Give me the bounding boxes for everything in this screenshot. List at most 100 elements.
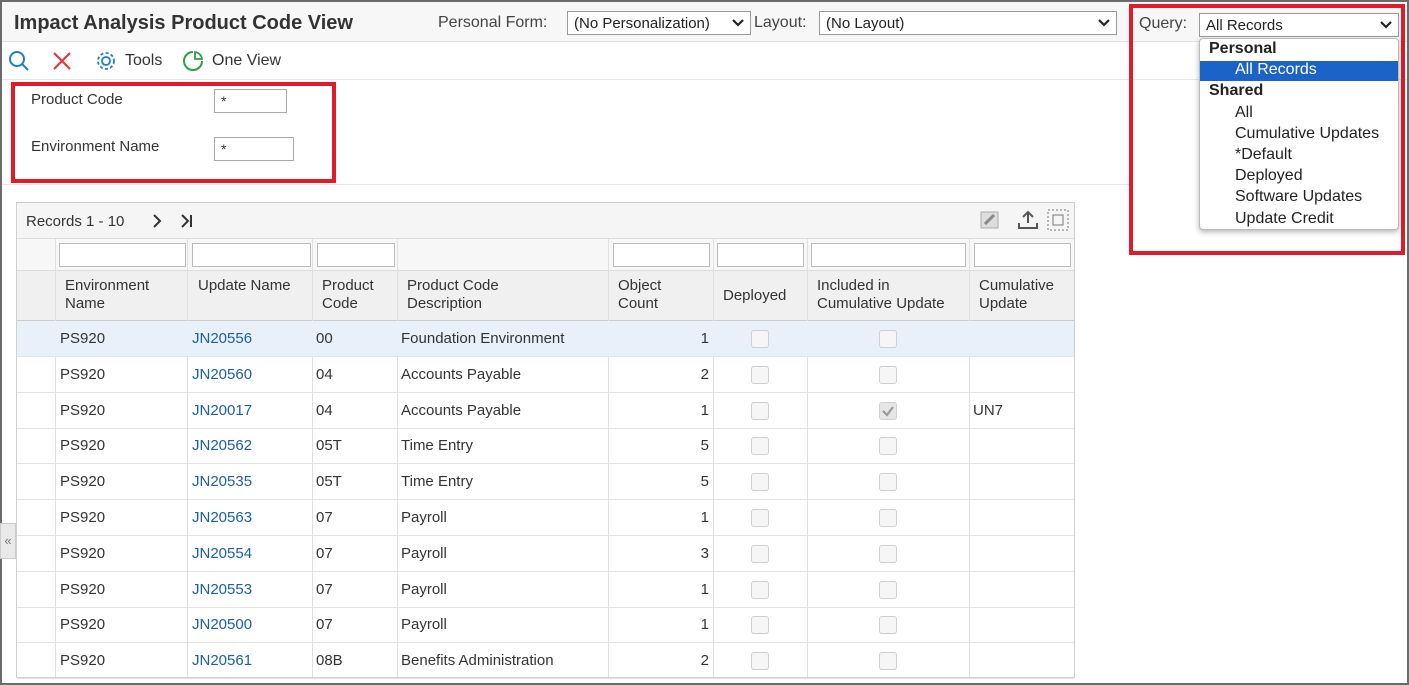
cell-update-name-link[interactable]: JN20554	[192, 545, 252, 562]
column-header-included[interactable]: Included in Cumulative Update	[817, 277, 967, 313]
table-row[interactable]: PS920 JN20554 07 Payroll 3	[17, 536, 1074, 572]
cell-update-name-link[interactable]: JN20563	[192, 509, 252, 526]
filter-cumulative-update[interactable]	[974, 243, 1071, 267]
layout-select[interactable]: (No Layout)	[819, 11, 1117, 35]
query-item-all-records[interactable]: All Records	[1235, 61, 1317, 79]
deployed-checkbox[interactable]	[751, 330, 769, 348]
cell-update-name-link[interactable]: JN20560	[192, 366, 252, 383]
query-item-all[interactable]: All	[1235, 104, 1253, 122]
personal-form-select[interactable]: (No Personalization)	[567, 11, 751, 35]
table-row[interactable]: PS920 JN20500 07 Payroll 1	[17, 607, 1074, 644]
cell-update-name-link[interactable]: JN20561	[192, 652, 252, 669]
table-row[interactable]: PS920 JN20553 07 Payroll 1	[17, 572, 1074, 608]
included-checkbox[interactable]	[879, 330, 897, 348]
data-grid: Records 1 - 10 Environment Name Update N…	[16, 202, 1075, 680]
filter-row	[17, 239, 1074, 271]
column-header-environment-name[interactable]: Environment Name	[65, 277, 185, 313]
table-row[interactable]: PS920 JN20556 00 Foundation Environment 1	[17, 321, 1074, 357]
filter-environment-name[interactable]	[59, 243, 186, 267]
query-group-personal: Personal	[1209, 40, 1277, 57]
query-group-shared: Shared	[1209, 82, 1264, 99]
deployed-checkbox[interactable]	[751, 544, 769, 563]
included-checkbox[interactable]	[879, 616, 897, 635]
cell-environment-name: PS920	[60, 652, 106, 670]
tools-button[interactable]: Tools	[95, 50, 162, 72]
deployed-checkbox[interactable]	[751, 365, 769, 384]
table-row[interactable]: PS920 JN20563 07 Payroll 1	[17, 500, 1074, 536]
filter-product-code[interactable]	[317, 243, 395, 267]
grid-header-bar: Records 1 - 10	[17, 203, 1074, 239]
collapse-panel-icon[interactable]: «	[0, 523, 16, 559]
cell-object-count: 2	[700, 365, 709, 383]
column-header-cumulative-update[interactable]: Cumulative Update	[979, 277, 1069, 313]
included-checkbox[interactable]	[879, 365, 897, 384]
query-item-deployed[interactable]: Deployed	[1235, 167, 1303, 185]
query-item-update-credit[interactable]: Update Credit	[1235, 210, 1334, 228]
cell-update-name-link[interactable]: JN20535	[192, 473, 252, 490]
filter-object-count[interactable]	[613, 243, 710, 267]
table-row[interactable]: PS920 JN20017 04 Accounts Payable 1 UN7	[17, 393, 1074, 429]
table-row[interactable]: PS920 JN20560 04 Accounts Payable 2	[17, 357, 1074, 393]
deployed-checkbox[interactable]	[751, 580, 769, 599]
deployed-checkbox[interactable]	[751, 437, 769, 456]
included-checkbox[interactable]	[879, 544, 897, 563]
query-item-cumulative-updates[interactable]: Cumulative Updates	[1235, 125, 1379, 143]
included-checkbox[interactable]	[879, 473, 897, 492]
tools-label: Tools	[125, 52, 163, 69]
chevron-down-icon	[732, 19, 744, 27]
chevron-down-icon	[1098, 19, 1110, 27]
deployed-checkbox[interactable]	[751, 473, 769, 492]
column-header-deployed[interactable]: Deployed	[723, 287, 786, 305]
column-header-description[interactable]: Product Code Description	[407, 277, 547, 313]
column-header-update-name[interactable]: Update Name	[198, 277, 298, 295]
cell-update-name-link[interactable]: JN20556	[192, 330, 252, 347]
cell-object-count: 5	[700, 473, 709, 491]
table-row[interactable]: PS920 JN20562 05T Time Entry 5	[17, 428, 1074, 465]
cell-description: Accounts Payable	[401, 401, 522, 419]
cell-description: Benefits Administration	[401, 652, 554, 670]
table-row[interactable]: PS920 JN20561 08B Benefits Administration 2	[17, 643, 1074, 680]
cell-object-count: 1	[700, 509, 709, 526]
export-icon[interactable]	[1016, 209, 1040, 231]
query-item-default[interactable]: *Default	[1235, 146, 1292, 164]
cell-description: Accounts Payable	[401, 365, 522, 383]
cell-object-count: 1	[700, 580, 709, 598]
edit-grid-icon[interactable]	[979, 209, 1001, 231]
cell-update-name-link[interactable]: JN20553	[192, 581, 252, 598]
cell-cumulative-update: UN7	[973, 401, 1004, 419]
deployed-checkbox[interactable]	[751, 401, 769, 420]
search-icon	[9, 51, 29, 71]
included-checkbox[interactable]	[879, 652, 897, 671]
deployed-checkbox[interactable]	[751, 616, 769, 635]
filter-update-name[interactable]	[192, 243, 311, 267]
cell-object-count: 3	[700, 544, 709, 562]
checkmark-icon	[882, 405, 894, 417]
included-checkbox[interactable]	[879, 437, 897, 456]
one-view-button[interactable]: One View	[182, 50, 281, 72]
deployed-checkbox[interactable]	[751, 652, 769, 671]
included-checkbox[interactable]	[879, 509, 897, 527]
cell-description: Foundation Environment	[401, 330, 565, 347]
close-button[interactable]	[51, 50, 73, 72]
column-header-product-code[interactable]: Product Code	[322, 277, 392, 313]
included-checkbox[interactable]	[879, 580, 897, 599]
last-page-icon[interactable]	[180, 213, 194, 229]
next-page-icon[interactable]	[151, 213, 163, 229]
personal-form-label: Personal Form:	[438, 14, 548, 31]
table-row[interactable]: PS920 JN20535 05T Time Entry 5	[17, 464, 1074, 501]
included-checkbox[interactable]	[879, 401, 897, 420]
cell-update-name-link[interactable]: JN20500	[192, 616, 252, 633]
column-header-object-count[interactable]: Object Count	[618, 277, 688, 313]
grid-format-icon[interactable]	[1046, 208, 1070, 232]
filter-deployed[interactable]	[717, 243, 804, 267]
deployed-checkbox[interactable]	[751, 509, 769, 527]
query-item-software-updates[interactable]: Software Updates	[1235, 188, 1362, 206]
cell-update-name-link[interactable]: JN20562	[192, 437, 252, 454]
cell-update-name-link[interactable]: JN20017	[192, 402, 252, 419]
cell-object-count: 1	[700, 330, 709, 347]
close-icon	[53, 52, 71, 70]
cell-description: Payroll	[401, 544, 447, 562]
cell-environment-name: PS920	[60, 580, 106, 598]
find-button[interactable]	[8, 50, 30, 72]
filter-included[interactable]	[811, 243, 966, 267]
